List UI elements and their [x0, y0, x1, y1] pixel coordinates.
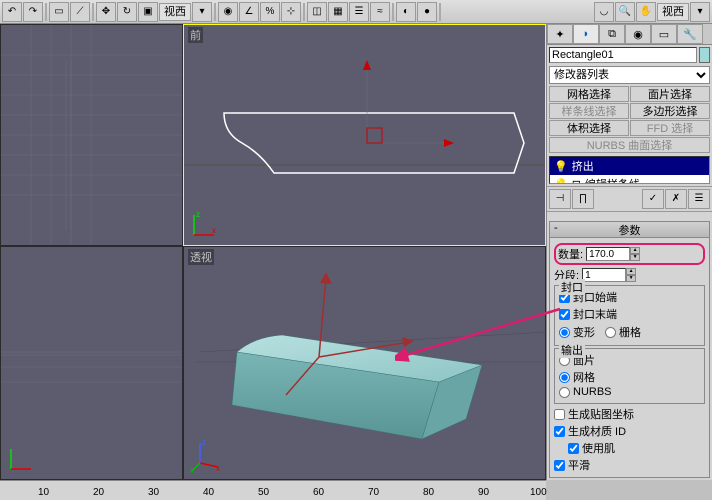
- tool-move[interactable]: ✥: [96, 2, 116, 22]
- tool-select[interactable]: ▭: [49, 2, 69, 22]
- pin-stack-button[interactable]: ⊣: [549, 189, 571, 209]
- tool-link[interactable]: ⟋: [70, 2, 90, 22]
- object-color-swatch[interactable]: [699, 47, 710, 63]
- params-header[interactable]: 参数: [550, 222, 709, 238]
- object-name-input[interactable]: [549, 47, 697, 63]
- viewport-persp-label: 透视: [188, 249, 214, 265]
- tool-dropdown-arrow[interactable]: ▾: [192, 2, 212, 22]
- nurbs-select-button[interactable]: NURBS 曲面选择: [549, 137, 710, 153]
- tab-display[interactable]: ▭: [651, 24, 677, 44]
- tool-render[interactable]: ◐: [396, 2, 416, 22]
- amount-label: 数量:: [558, 246, 583, 262]
- gen-mat-checkbox[interactable]: [554, 426, 565, 437]
- amount-up[interactable]: ▲: [630, 247, 640, 254]
- tool-mirror[interactable]: ◫: [307, 2, 327, 22]
- segments-input[interactable]: [582, 268, 626, 282]
- tab-create[interactable]: ✦: [547, 24, 573, 44]
- vol-select-button[interactable]: 体积选择: [549, 120, 629, 136]
- cap-end-checkbox[interactable]: [559, 309, 570, 320]
- svg-text:y: y: [190, 466, 194, 473]
- command-panel-tabs: ✦ ◗ ⧉ ◉ ▭ 🔧: [547, 24, 712, 45]
- svg-text:z: z: [196, 210, 200, 219]
- gen-map-checkbox[interactable]: [554, 409, 565, 420]
- segments-up[interactable]: ▲: [626, 268, 636, 275]
- modifier-list-dropdown[interactable]: 修改器列表: [549, 66, 710, 84]
- tool-material[interactable]: ●: [417, 2, 437, 22]
- viewport-perspective[interactable]: 透视: [183, 246, 546, 480]
- tool-percent[interactable]: %: [260, 2, 280, 22]
- time-ruler[interactable]: 10 20 30 40 50 60 70 80 90 100: [0, 480, 546, 500]
- make-unique-button[interactable]: ✓: [642, 189, 664, 209]
- tool-pan[interactable]: ✋: [636, 2, 656, 22]
- viewport-quad: 前 z x: [0, 24, 546, 480]
- view-dropdown-1[interactable]: 视西: [159, 3, 191, 21]
- amount-down[interactable]: ▼: [630, 254, 640, 261]
- remove-mod-button[interactable]: ✗: [665, 189, 687, 209]
- use-shape-checkbox[interactable]: [568, 443, 579, 454]
- tab-utilities[interactable]: 🔧: [677, 24, 703, 44]
- tool-axis[interactable]: ⊹: [281, 2, 301, 22]
- tool-curve[interactable]: ≈: [370, 2, 390, 22]
- viewport-left[interactable]: [0, 246, 183, 480]
- svg-text:z: z: [202, 439, 206, 447]
- config-button[interactable]: ☰: [688, 189, 710, 209]
- params-rollout: 参数 数量: ▲ ▼ 分段:: [549, 221, 710, 478]
- modifier-stack[interactable]: 💡 挤出 💡 ⊟ 编辑样条线 顶点 分段 样条线 Rectangle: [549, 156, 710, 184]
- tool-angle[interactable]: ∠: [239, 2, 259, 22]
- poly-select-button[interactable]: 多边形选择: [630, 103, 710, 119]
- tool-scale[interactable]: ▣: [138, 2, 158, 22]
- grid-radio[interactable]: [605, 327, 616, 338]
- stack-extrude[interactable]: 💡 挤出: [550, 157, 709, 175]
- tool-layer[interactable]: ☰: [349, 2, 369, 22]
- output-group: 输出 面片 网格 NURBS: [554, 348, 705, 404]
- mesh-radio[interactable]: [559, 372, 570, 383]
- tool-arc[interactable]: ◡: [594, 2, 614, 22]
- tab-hierarchy[interactable]: ⧉: [599, 24, 625, 44]
- tool-undo[interactable]: ↶: [2, 2, 22, 22]
- tab-motion[interactable]: ◉: [625, 24, 651, 44]
- cap-group: 封口 封口始端 封口末端 变形: [554, 285, 705, 346]
- tool-dropdown-arrow-2[interactable]: ▾: [690, 2, 710, 22]
- viewport-front-label: 前: [188, 27, 203, 43]
- amount-input[interactable]: [586, 247, 630, 261]
- amount-row: 数量: ▲ ▼: [554, 243, 705, 265]
- tool-align[interactable]: ▦: [328, 2, 348, 22]
- morph-radio[interactable]: [559, 327, 570, 338]
- nurbs-radio[interactable]: [559, 387, 570, 398]
- svg-text:x: x: [216, 464, 220, 473]
- spline-select-button[interactable]: 样条线选择: [549, 103, 629, 119]
- lightbulb-icon: 💡: [554, 160, 568, 173]
- command-panel: ✦ ◗ ⧉ ◉ ▭ 🔧 修改器列表 网格选择 面片选择 样条线选择 多边形选择 …: [546, 24, 712, 480]
- face-select-button[interactable]: 面片选择: [630, 86, 710, 102]
- tool-snap[interactable]: ◉: [218, 2, 238, 22]
- tab-modify[interactable]: ◗: [573, 24, 599, 44]
- lightbulb-icon: 💡: [554, 178, 568, 184]
- tool-rotate[interactable]: ↻: [117, 2, 137, 22]
- viewport-top[interactable]: [0, 24, 183, 246]
- mesh-select-button[interactable]: 网格选择: [549, 86, 629, 102]
- show-end-button[interactable]: ∏: [572, 189, 594, 209]
- tool-redo[interactable]: ↷: [23, 2, 43, 22]
- viewport-front[interactable]: 前 z x: [183, 24, 546, 246]
- segments-down[interactable]: ▼: [626, 275, 636, 282]
- smooth-checkbox[interactable]: [554, 460, 565, 471]
- tool-zoom[interactable]: 🔍: [615, 2, 635, 22]
- view-dropdown-2[interactable]: 视西: [657, 3, 689, 21]
- ffd-select-button[interactable]: FFD 选择: [630, 120, 710, 136]
- svg-text:x: x: [212, 226, 216, 235]
- main-toolbar: ↶ ↷ ▭ ⟋ ✥ ↻ ▣ 视西 ▾ ◉ ∠ % ⊹ ◫ ▦ ☰ ≈ ◐ ● ◡…: [0, 0, 712, 24]
- stack-edit-spline[interactable]: 💡 ⊟ 编辑样条线: [550, 175, 709, 184]
